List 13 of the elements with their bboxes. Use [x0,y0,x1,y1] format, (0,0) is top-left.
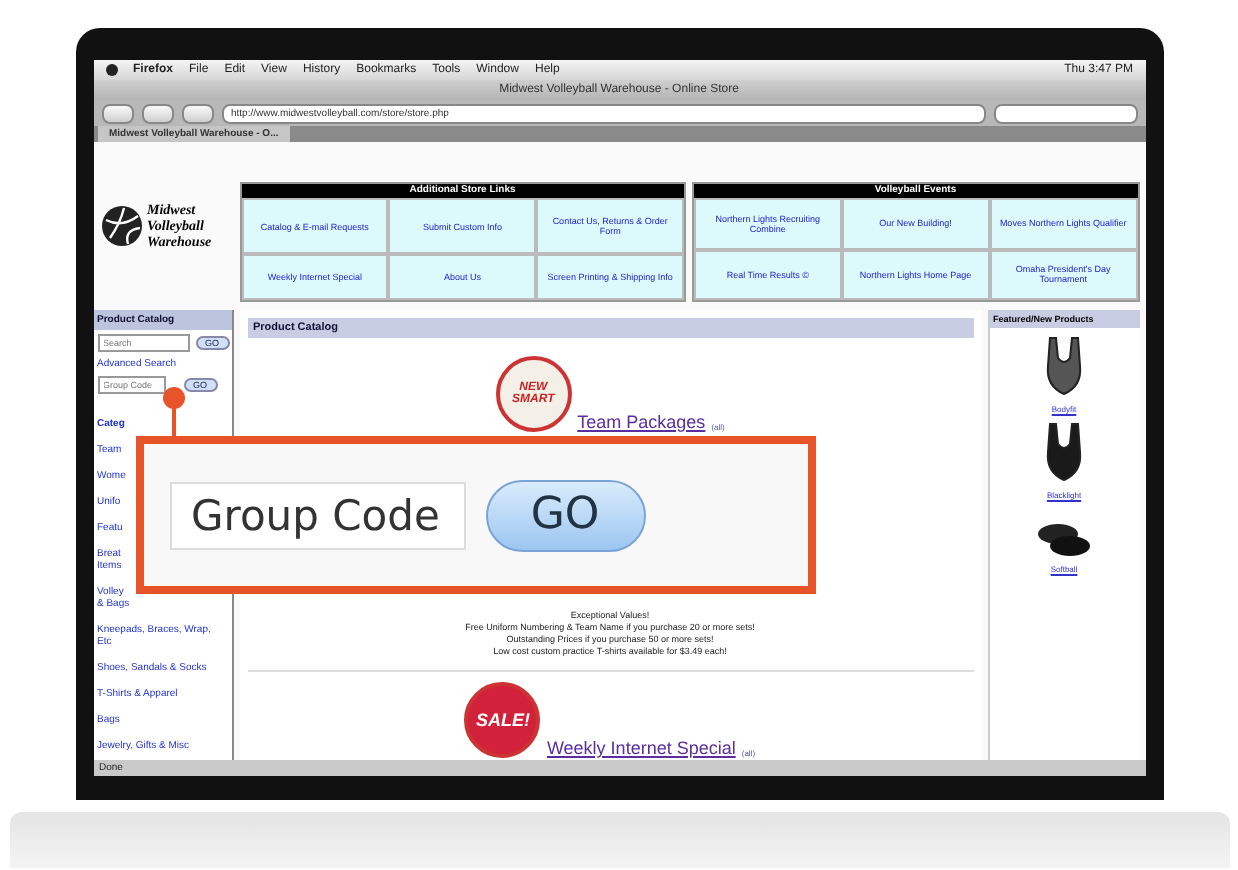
sports-top-icon [1042,336,1086,396]
search-field[interactable] [993,103,1137,123]
apple-icon[interactable] [105,64,117,76]
catalog-link[interactable]: Weekly Internet Special [546,738,736,758]
catalog-link[interactable]: Team Packages [577,412,706,432]
volleyball-icon [99,204,143,248]
reload-button[interactable] [141,103,173,123]
sandals-icon [1034,524,1094,556]
badge-logo: SALE! [464,682,541,758]
go-button[interactable]: GO [485,479,645,551]
back-button[interactable] [101,103,133,123]
home-button[interactable] [181,103,213,123]
sports-top-icon [1042,422,1086,482]
